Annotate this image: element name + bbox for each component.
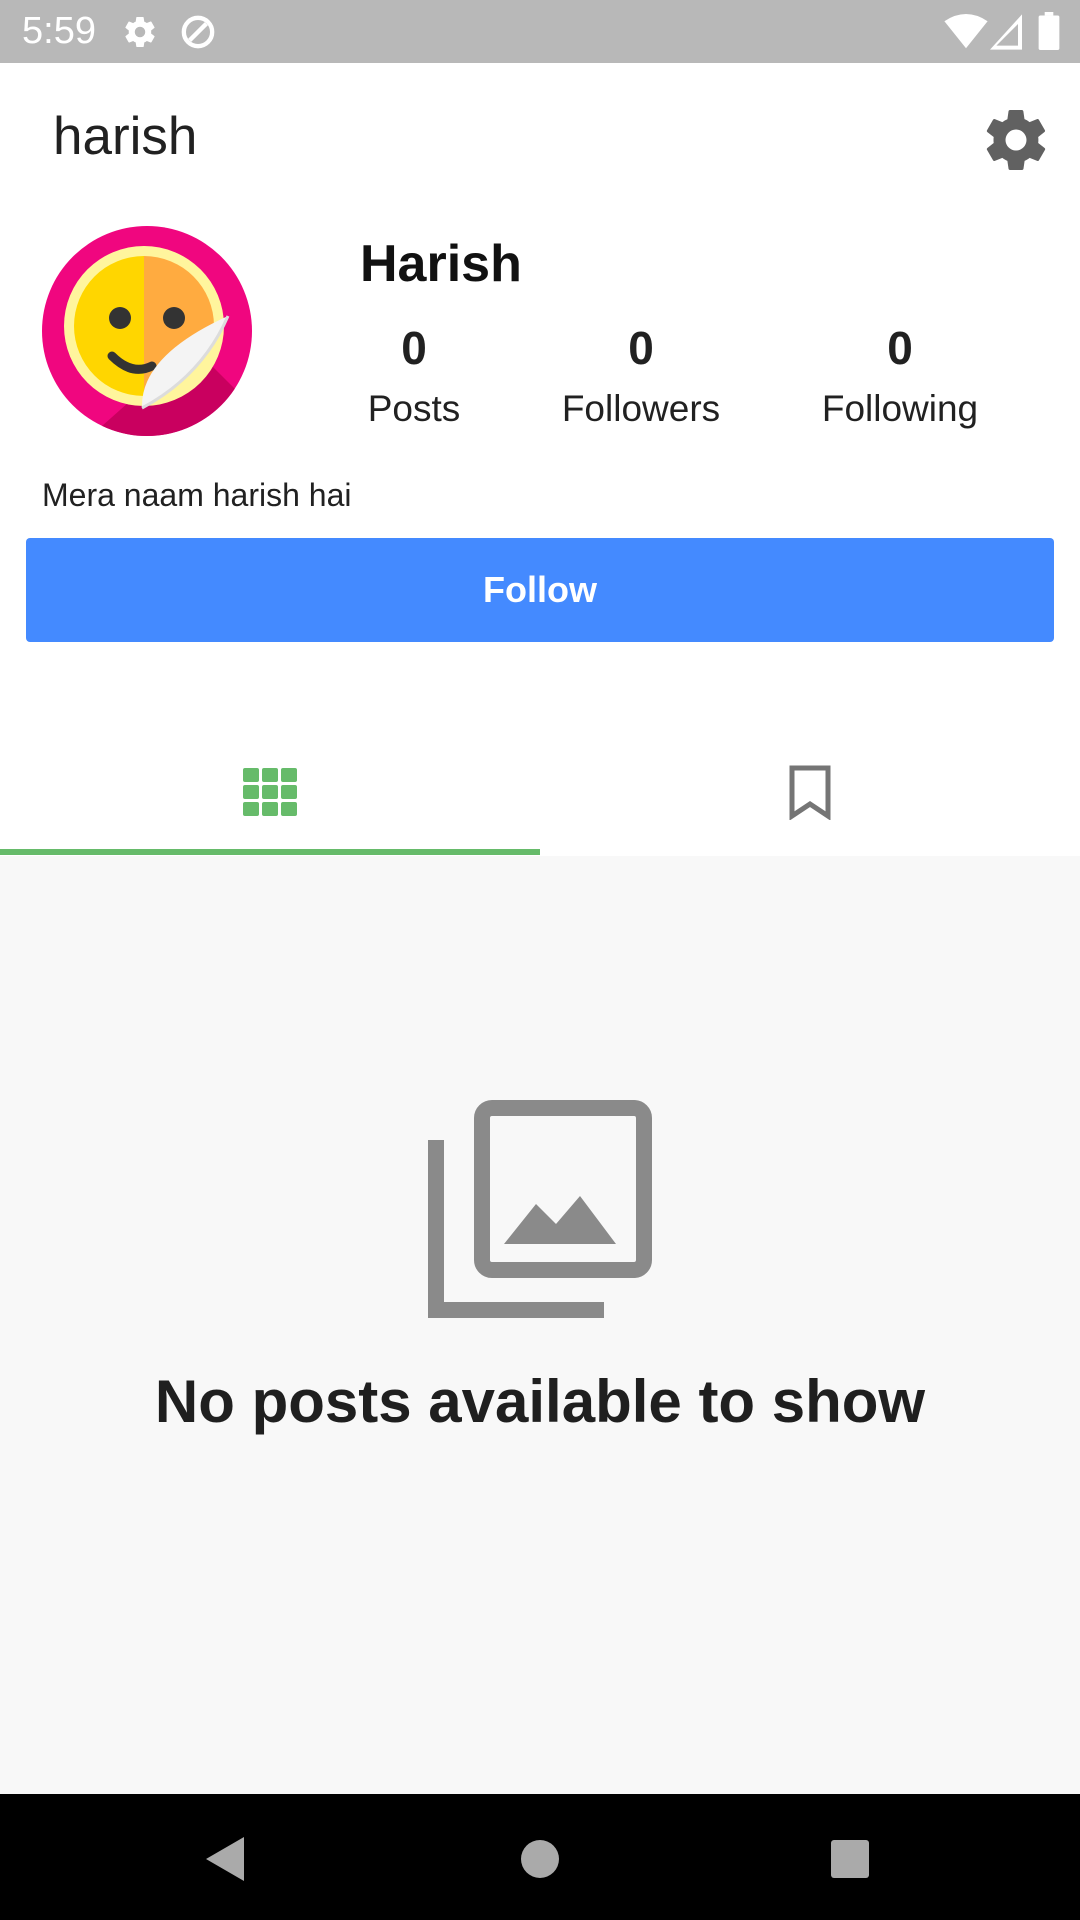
followers-label: Followers xyxy=(561,388,721,429)
back-icon xyxy=(206,1837,244,1881)
following-stat[interactable]: 0 Following xyxy=(790,320,1010,432)
profile-tabs xyxy=(0,740,1080,856)
posts-content-area xyxy=(0,856,1080,1794)
posts-label: Posts xyxy=(367,388,461,429)
signal-icon xyxy=(990,14,1022,50)
grid-icon xyxy=(243,768,297,816)
photo-library-icon xyxy=(428,1100,652,1318)
bookmark-icon xyxy=(789,765,831,820)
empty-state-message: No posts available to show xyxy=(154,1368,926,1435)
status-time: 5:59 xyxy=(22,10,96,52)
following-label: Following xyxy=(821,388,979,429)
home-icon xyxy=(521,1840,559,1878)
nav-home-button[interactable] xyxy=(495,1814,585,1904)
nav-back-button[interactable] xyxy=(182,1814,272,1904)
profile-username: harish xyxy=(53,107,198,166)
system-nav-bar xyxy=(0,1794,1080,1920)
data-saver-icon xyxy=(181,15,215,49)
nav-recents-button[interactable] xyxy=(805,1814,895,1904)
avatar[interactable] xyxy=(42,226,252,436)
tab-indicator xyxy=(0,849,540,855)
following-count: 0 xyxy=(887,322,913,374)
posts-stat[interactable]: 0 Posts xyxy=(304,320,524,432)
gear-icon[interactable] xyxy=(980,104,1052,176)
tab-saved[interactable] xyxy=(540,740,1080,856)
followers-stat[interactable]: 0 Followers xyxy=(531,320,751,432)
wifi-icon xyxy=(944,14,988,49)
display-name: Harish xyxy=(360,235,522,293)
posts-count: 0 xyxy=(401,322,427,374)
profile-screen: 5:59 harish Harish 0 Posts 0 Followers 0… xyxy=(0,0,1080,1920)
battery-icon xyxy=(1038,12,1060,50)
recents-icon xyxy=(831,1840,869,1878)
follow-button[interactable]: Follow xyxy=(26,538,1054,642)
profile-bio: Mera naam harish hai xyxy=(42,477,352,513)
followers-count: 0 xyxy=(628,322,654,374)
tab-posts-grid[interactable] xyxy=(0,740,540,856)
status-bar: 5:59 xyxy=(0,0,1080,63)
settings-icon xyxy=(125,17,155,48)
